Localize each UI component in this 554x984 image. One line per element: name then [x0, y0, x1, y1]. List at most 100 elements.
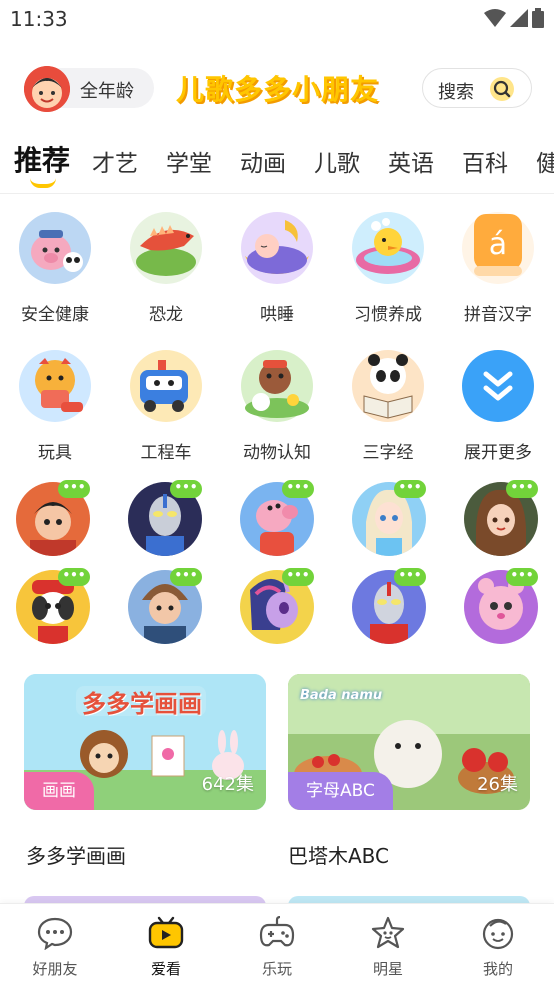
- app-logo-text: 儿歌多多小朋友: [176, 73, 380, 106]
- character-bear-boy[interactable]: •••: [128, 568, 202, 644]
- signal-icon: [510, 9, 528, 27]
- status-bar: 11:33: [0, 0, 554, 38]
- toy-tiger-icon: [19, 350, 91, 422]
- age-selector[interactable]: 全年龄: [24, 66, 154, 112]
- character-rescue-puppy[interactable]: •••: [16, 568, 90, 644]
- active-tab-indicator: [30, 178, 56, 188]
- tab-encyclopedia[interactable]: 百科: [462, 144, 508, 178]
- chat-bubble-badge: •••: [170, 480, 202, 498]
- nav-mine[interactable]: 我的: [443, 912, 553, 982]
- card-banner-title: 多多学画画: [82, 690, 202, 718]
- chat-bubble-badge: •••: [58, 568, 90, 586]
- expand-more-icon: [462, 350, 534, 422]
- status-time: 11:33: [10, 7, 68, 31]
- sleep-moon-icon: [241, 212, 313, 284]
- card-tag: 字母ABC: [288, 772, 393, 810]
- card-banner-title: Bada namu: [300, 688, 383, 703]
- category-sleep[interactable]: 哄睡: [222, 212, 332, 332]
- category-animals[interactable]: 动物认知: [222, 350, 332, 470]
- tab-animation[interactable]: 动画: [240, 144, 286, 178]
- category-label: 三字经: [362, 443, 414, 463]
- character-ultraman-blue[interactable]: •••: [128, 480, 202, 556]
- video-card-drawing[interactable]: 多多学画画 画画 642集: [24, 674, 266, 810]
- tab-recommend[interactable]: 推荐: [14, 139, 70, 179]
- battery-icon: [532, 8, 544, 28]
- chat-bubble-badge: •••: [170, 568, 202, 586]
- tab-english[interactable]: 英语: [388, 144, 434, 178]
- truck-icon: [130, 350, 202, 422]
- card-title[interactable]: 多多学画画: [26, 840, 126, 869]
- nav-play[interactable]: 乐玩: [222, 912, 332, 982]
- star-face-icon: [371, 916, 405, 949]
- character-girl[interactable]: •••: [464, 480, 538, 556]
- character-pony[interactable]: •••: [240, 568, 314, 644]
- chat-bubble-icon: [37, 917, 73, 950]
- bottom-navigation: 好朋友 爱看 乐玩 明星 我的: [0, 903, 554, 984]
- dinosaur-icon: [130, 212, 202, 284]
- chat-bubble-badge: •••: [394, 480, 426, 498]
- kid-avatar-icon: [24, 66, 70, 112]
- nav-label: 爱看: [150, 960, 181, 978]
- search-label: 搜索: [438, 82, 474, 103]
- tab-talent[interactable]: 才艺: [92, 144, 138, 178]
- search-icon: [490, 77, 514, 101]
- character-ice-princess[interactable]: •••: [352, 480, 426, 556]
- card-title[interactable]: 巴塔木ABC: [288, 840, 389, 869]
- tv-icon: [148, 916, 184, 949]
- animals-icon: [241, 350, 313, 422]
- age-label: 全年龄: [80, 81, 134, 102]
- chat-bubble-badge: •••: [506, 480, 538, 498]
- character-hero-boy[interactable]: •••: [16, 480, 90, 556]
- character-ultraman-red[interactable]: •••: [352, 568, 426, 644]
- category-label: 习惯养成: [354, 305, 422, 325]
- category-safety[interactable]: 安全健康: [0, 212, 110, 332]
- tab-health[interactable]: 健: [536, 144, 554, 178]
- category-label: 安全健康: [21, 305, 89, 325]
- chat-bubble-badge: •••: [506, 568, 538, 586]
- category-tabs: 推荐 才艺 学堂 动画 儿歌 英语 百科 健: [0, 134, 554, 194]
- chat-bubble-badge: •••: [394, 568, 426, 586]
- wifi-icon: [484, 9, 506, 27]
- safety-pig-icon: [19, 212, 91, 284]
- category-label: 展开更多: [464, 443, 532, 463]
- category-classics[interactable]: 三字经: [333, 350, 443, 470]
- nav-label: 好朋友: [32, 960, 78, 978]
- nav-label: 乐玩: [261, 960, 292, 978]
- kid-face-icon: [482, 918, 514, 950]
- nav-friends[interactable]: 好朋友: [0, 912, 110, 982]
- panda-book-icon: [352, 350, 424, 422]
- category-label: 恐龙: [149, 305, 183, 325]
- status-icons: [484, 8, 544, 28]
- nav-watch[interactable]: 爱看: [111, 912, 221, 982]
- pinyin-icon: á: [462, 212, 534, 284]
- card-tag: 画画: [24, 772, 94, 810]
- category-trucks[interactable]: 工程车: [111, 350, 221, 470]
- category-label: 工程车: [140, 443, 192, 463]
- nav-label: 我的: [482, 960, 513, 978]
- category-label: 玩具: [38, 443, 72, 463]
- character-pink-pet[interactable]: •••: [464, 568, 538, 644]
- bath-duck-icon: [352, 212, 424, 284]
- gamepad-icon: [259, 916, 295, 947]
- category-label: 动物认知: [243, 443, 311, 463]
- avatar[interactable]: [24, 66, 70, 112]
- video-card-abc[interactable]: Bada namu 字母ABC 26集: [288, 674, 530, 810]
- category-toys[interactable]: 玩具: [0, 350, 110, 470]
- category-expand-more[interactable]: 展开更多: [443, 350, 553, 470]
- category-label: 哄睡: [260, 305, 294, 325]
- category-label: 拼音汉字: [464, 305, 532, 325]
- chat-bubble-badge: •••: [282, 568, 314, 586]
- chat-bubble-badge: •••: [58, 480, 90, 498]
- category-pinyin[interactable]: á 拼音汉字: [443, 212, 553, 332]
- tab-school[interactable]: 学堂: [166, 144, 212, 178]
- search-button[interactable]: 搜索: [422, 68, 532, 108]
- nav-stars[interactable]: 明星: [333, 912, 443, 982]
- svg-text:á: á: [489, 227, 507, 262]
- episode-count: 642集: [201, 774, 254, 795]
- category-dinosaur[interactable]: 恐龙: [111, 212, 221, 332]
- header: 全年龄 儿歌多多小朋友 搜索: [0, 62, 554, 116]
- tab-songs[interactable]: 儿歌: [314, 144, 360, 178]
- character-pig[interactable]: •••: [240, 480, 314, 556]
- episode-count: 26集: [477, 774, 518, 795]
- category-habits[interactable]: 习惯养成: [333, 212, 443, 332]
